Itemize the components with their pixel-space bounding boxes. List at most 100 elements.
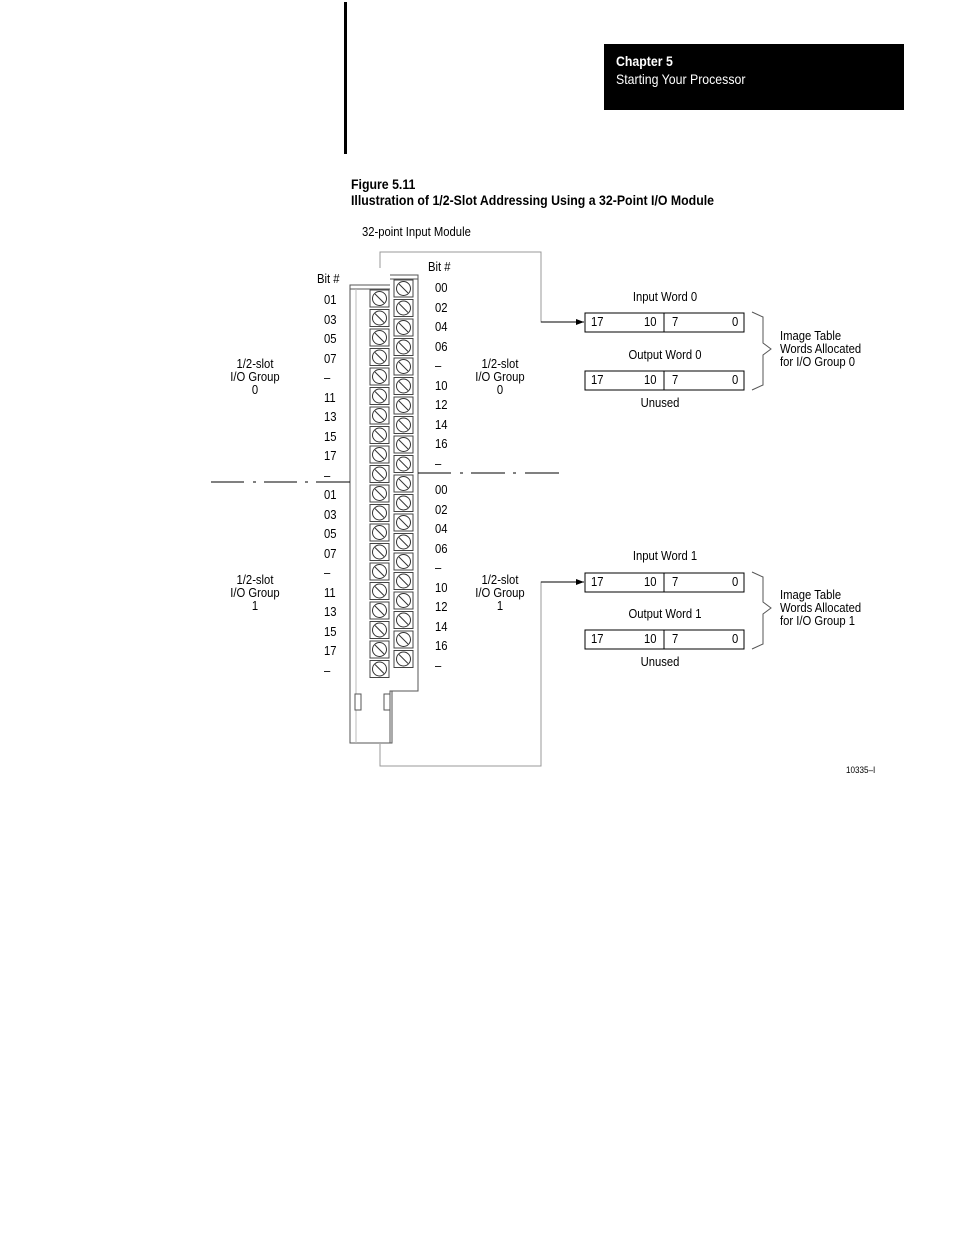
bit-number: 16	[435, 639, 448, 653]
terminal-screw-icon	[369, 348, 390, 366]
label-line: 0	[251, 383, 259, 397]
bit-number: 02	[435, 502, 448, 517]
terminal-screw-icon	[393, 513, 414, 532]
terminal-screw-icon	[393, 572, 414, 590]
arrow-icon	[576, 319, 584, 325]
bit-number: 15	[324, 429, 337, 444]
terminal-screw-icon	[393, 377, 414, 395]
bit-number: 03	[324, 312, 337, 327]
terminal-screw-icon	[369, 484, 390, 503]
bit-number: –	[435, 359, 442, 373]
bit-number: 04	[435, 522, 448, 536]
bit-number: 13	[324, 605, 337, 619]
word-bit: 0	[732, 575, 739, 589]
terminal-screw-icon	[369, 406, 390, 425]
bit-number: 00	[435, 483, 448, 497]
input-word-1-title: Input Word 1	[632, 549, 698, 563]
terminal-screw-icon	[393, 650, 414, 668]
terminal-screw-icon	[369, 328, 390, 347]
terminal-screw-icon	[393, 474, 414, 493]
brace-group-1	[751, 571, 772, 650]
label-line: for I/O Group 1	[780, 614, 856, 628]
terminal-screw-icon	[393, 396, 414, 415]
terminal-screw-icon	[393, 552, 414, 571]
left-bit-header: Bit #	[317, 272, 340, 286]
bit-number: 05	[324, 527, 337, 541]
bit-number: 06	[435, 339, 448, 354]
bit-number: 12	[435, 398, 448, 412]
label-line: 0	[496, 383, 504, 397]
terminal-screw-icon	[369, 426, 390, 444]
bit-number: 15	[324, 624, 337, 639]
bit-number: 04	[435, 320, 448, 334]
bit-number: 17	[324, 449, 337, 463]
right-bit-header: Bit #	[428, 260, 451, 274]
terminal-screw-icon	[393, 299, 414, 317]
right-group-0-label: 1/2-slot I/O Group 0	[464, 358, 536, 397]
bit-number: 05	[324, 332, 337, 346]
word-bit: 10	[644, 632, 657, 646]
terminal-screw-icon	[369, 523, 390, 542]
bit-number: 01	[324, 488, 337, 502]
terminal-screw-icon	[369, 543, 390, 561]
terminal-screw-icon	[369, 465, 390, 483]
brace-label-1: Image Table Words Allocated for I/O Grou…	[780, 589, 861, 628]
left-group-1-label: 1/2-slot I/O Group 1	[219, 574, 291, 613]
bit-number: 11	[324, 585, 336, 600]
terminal-screw-icon	[393, 279, 414, 298]
terminal-screw-icon	[393, 630, 414, 649]
bit-number: 02	[435, 300, 448, 315]
terminal-screw-icon	[369, 387, 390, 405]
terminal-screw-icon	[393, 611, 414, 629]
word-bit: 0	[732, 632, 739, 646]
bit-number: 03	[324, 507, 337, 522]
terminal-screw-icon	[369, 445, 390, 464]
bit-number: –	[324, 566, 331, 580]
bit-number: 00	[435, 281, 448, 295]
label-line: 1	[496, 599, 504, 613]
terminal-screw-icon	[393, 533, 414, 551]
bit-number: –	[435, 561, 442, 575]
terminal-screw-icon	[393, 494, 414, 512]
bit-number: 07	[324, 546, 337, 561]
terminal-screw-icon	[369, 640, 390, 659]
bit-number: 17	[324, 644, 337, 658]
word-bit: 0	[732, 373, 739, 387]
bit-number: 11	[324, 390, 336, 405]
word-bit: 17	[591, 315, 604, 329]
terminal-screw-icon	[369, 601, 390, 620]
bit-number: –	[324, 371, 331, 385]
output-word-1-title: Output Word 1	[628, 607, 702, 621]
label-line: for I/O Group 0	[780, 355, 856, 369]
terminal-screw-icon	[393, 591, 414, 610]
label-line: 1	[251, 599, 259, 613]
terminal-screw-icon	[393, 435, 414, 454]
terminal-screw-icon	[393, 416, 414, 434]
bit-number: –	[324, 468, 331, 483]
terminal-screw-icon	[369, 309, 390, 327]
input-word-0-title: Input Word 0	[632, 290, 698, 304]
word-bit: 7	[672, 315, 679, 329]
word-bit: 0	[732, 315, 739, 329]
bit-number: –	[324, 663, 331, 678]
bit-number: 10	[435, 378, 448, 393]
word-bit: 10	[644, 315, 657, 329]
left-group-0-label: 1/2-slot I/O Group 0	[219, 358, 291, 397]
unused-label-1: Unused	[640, 655, 680, 669]
word-bit: 7	[672, 373, 679, 387]
output-word-0-title: Output Word 0	[628, 348, 702, 362]
word-bit: 10	[644, 575, 657, 589]
bit-number: –	[435, 658, 442, 673]
bit-number: 14	[435, 619, 448, 634]
bit-number: 13	[324, 410, 337, 424]
word-bit: 7	[672, 575, 679, 589]
bit-number: 16	[435, 437, 448, 451]
bit-number: 06	[435, 541, 448, 556]
terminal-screw-icon	[369, 504, 390, 522]
terminal-screw-icon	[369, 367, 390, 386]
terminal-screw-icon	[369, 289, 390, 308]
brace-group-0	[751, 311, 772, 391]
bit-number: 12	[435, 600, 448, 614]
brace-label-0: Image Table Words Allocated for I/O Grou…	[780, 330, 861, 369]
unused-label-0: Unused	[640, 396, 680, 410]
